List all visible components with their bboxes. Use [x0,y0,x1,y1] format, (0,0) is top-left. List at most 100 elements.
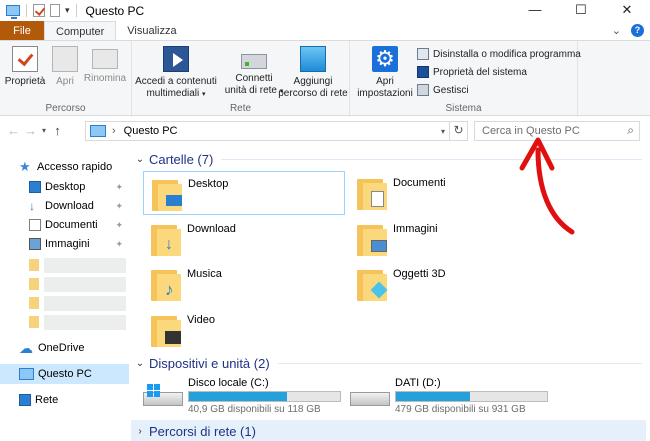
redacted-folder-item[interactable] [29,256,126,274]
maximize-button[interactable]: ☐ [558,0,604,21]
breadcrumb[interactable]: Questo PC [124,125,178,137]
properties-qa-icon[interactable] [33,4,45,17]
sidebar-item-this-pc[interactable]: Questo PC [0,364,129,384]
tab-computer[interactable]: Computer [44,21,117,41]
properties-button[interactable]: Proprietà [4,46,46,88]
sidebar-item-download[interactable]: ↓ Download ✦ [0,196,129,216]
ribbon-tabs: File Computer Visualizza ⌄ ? [0,21,650,41]
refresh-icon[interactable]: ↻ [449,121,467,141]
section-header-network-locations[interactable]: › Percorsi di rete (1) [131,420,646,441]
redacted-folder-item[interactable] [29,294,126,312]
up-arrow-icon[interactable]: ↑ [49,123,66,138]
recent-locations-chevron-icon[interactable]: ▾ [39,126,49,135]
tab-file[interactable]: File [0,21,44,41]
folder-tile-download[interactable]: ↓ Download [143,217,345,261]
open-button[interactable]: Apri [50,46,80,88]
ribbon: Proprietà Apri Rinomina Percorso Accedi … [0,40,650,117]
this-pc-icon [90,125,106,137]
programs-icon [417,48,429,60]
properties-icon [12,46,38,72]
navigation-pane: ★ Accesso rapido Desktop ✦ ↓ Download ✦ … [0,145,131,441]
window-controls: — ☐ ✕ [512,0,650,21]
downloads-folder-icon: ↓ [151,221,183,257]
quick-access-toolbar: ▾ [0,0,78,21]
sidebar-item-network[interactable]: Rete [0,390,129,410]
star-icon: ★ [19,159,31,174]
desktop-folder-icon [152,176,184,212]
tab-visualizza[interactable]: Visualizza [116,21,187,41]
drive-usage-fill [189,392,288,401]
add-network-location-button[interactable]: Aggiungi percorso di rete [278,46,348,100]
address-field[interactable]: › Questo PC ▾ ↻ [85,121,468,141]
sidebar-item-immagini[interactable]: Immagini ✦ [0,234,129,254]
uninstall-program-button[interactable]: Disinstalla o modifica programma [417,48,581,60]
hard-drive-icon [350,384,390,406]
pin-icon: ✦ [115,238,123,249]
back-arrow-icon[interactable]: ← [5,123,22,138]
drive-tile-d[interactable]: DATI (D:) 479 GB disponibili su 931 GB [338,376,548,416]
download-icon: ↓ [29,199,35,213]
manage-icon [417,84,429,96]
this-pc-icon [19,368,34,380]
system-properties-button[interactable]: Proprietà del sistema [417,66,527,78]
rename-icon [92,49,118,69]
folder-tile-musica[interactable]: ♪ Musica [143,262,345,306]
sidebar-item-onedrive[interactable]: ☁ OneDrive [0,338,129,358]
pin-icon: ✦ [115,219,123,230]
section-header-devices[interactable]: ⌄ Dispositivi e unità (2) [131,352,646,374]
drive-usage-bar [395,391,548,402]
media-icon [163,46,189,72]
open-icon [52,46,78,72]
network-location-icon [300,46,326,72]
3d-objects-folder-icon [357,266,389,302]
settings-gear-icon: ⚙ [372,46,398,72]
network-drive-icon [241,54,267,69]
music-folder-icon: ♪ [151,266,183,302]
network-icon [19,394,31,406]
chevron-down-icon[interactable]: ⌄ [131,154,149,165]
cloud-icon: ☁ [19,340,33,356]
minimize-button[interactable]: — [512,0,558,21]
ribbon-collapse-icon[interactable]: ⌄ [612,24,621,37]
folder-tile-video[interactable]: Video [143,308,345,352]
group-label-percorso: Percorso [45,103,86,114]
drive-usage-bar [188,391,341,402]
folder-tile-oggetti-3d[interactable]: Oggetti 3D [349,262,551,306]
this-pc-icon [6,5,20,19]
rename-button[interactable]: Rinomina [82,46,128,85]
drive-usage-fill [396,392,470,401]
redacted-folder-item[interactable] [29,275,126,293]
close-button[interactable]: ✕ [604,0,650,21]
sidebar-item-documenti[interactable]: Documenti ✦ [0,215,129,235]
pin-icon: ✦ [115,200,123,211]
desktop-icon [29,181,41,193]
chevron-down-icon[interactable]: ⌄ [131,358,149,369]
manage-button[interactable]: Gestisci [417,84,469,96]
redacted-folder-item[interactable] [29,313,126,331]
customize-qa-icon[interactable]: ▾ [65,5,70,16]
media-access-button[interactable]: Accedi a contenuti multimediali ▾ [135,46,217,101]
pictures-icon [29,238,41,250]
help-icon[interactable]: ? [631,24,644,37]
sidebar-item-desktop[interactable]: Desktop ✦ [0,177,129,197]
drive-tile-c[interactable]: Disco locale (C:) 40,9 GB disponibili su… [131,376,341,416]
videos-folder-icon [151,312,183,348]
title-bar: ▾ Questo PC — ☐ ✕ [0,0,650,21]
search-icon[interactable]: ⌕ [627,123,634,138]
documents-icon [29,219,41,231]
folder-tile-desktop[interactable]: Desktop [143,171,345,215]
map-network-drive-button[interactable]: Connetti unità di rete ▾ [222,46,286,98]
pin-icon: ✦ [115,181,123,192]
sidebar-item-quick-access[interactable]: ★ Accesso rapido [0,157,129,177]
pictures-folder-icon [357,221,389,257]
group-label-sistema: Sistema [445,103,482,114]
forward-arrow-icon[interactable]: → [22,123,39,138]
address-dropdown-icon[interactable]: ▾ [441,127,445,136]
chevron-right-icon[interactable]: › [131,426,149,437]
open-settings-button[interactable]: ⚙ Apri impostazioni [356,46,414,100]
breadcrumb-chevron-icon[interactable]: › [112,125,116,137]
new-folder-qa-icon[interactable] [50,4,60,17]
documents-folder-icon [357,175,389,211]
system-properties-icon [417,66,429,78]
windows-drive-icon [143,384,183,406]
